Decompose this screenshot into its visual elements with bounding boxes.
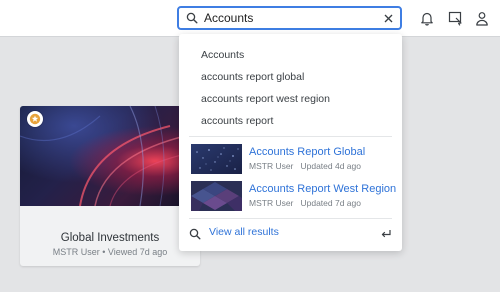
bell-icon[interactable] — [419, 10, 435, 26]
suggestion-item[interactable]: accounts report — [201, 115, 273, 127]
divider — [189, 218, 392, 219]
search-input[interactable] — [201, 11, 374, 25]
certified-star-icon — [27, 111, 43, 127]
user-icon[interactable] — [474, 10, 490, 26]
card-thumbnail — [20, 106, 200, 206]
search-icon — [189, 227, 201, 240]
card-title: Global Investments — [60, 232, 160, 244]
search-suggestions-dropdown: Accounts accounts report global accounts… — [179, 34, 402, 251]
divider — [189, 136, 392, 137]
result-thumbnail — [191, 144, 242, 174]
top-bar — [0, 0, 500, 37]
result-thumbnail — [191, 181, 242, 211]
enter-icon — [380, 227, 392, 239]
suggestion-item[interactable]: accounts report west region — [201, 93, 330, 105]
result-meta: MSTR User Updated 4d ago — [249, 161, 361, 171]
suggestion-item[interactable]: accounts report global — [201, 71, 304, 83]
result-title[interactable]: Accounts Report Global — [249, 146, 365, 158]
result-title[interactable]: Accounts Report West Region — [249, 183, 396, 195]
clear-icon[interactable] — [381, 11, 395, 25]
search-box[interactable] — [177, 6, 402, 30]
view-all-results[interactable]: View all results — [189, 225, 394, 241]
search-icon — [183, 9, 201, 27]
suggestion-item[interactable]: Accounts — [201, 49, 244, 61]
present-icon[interactable] — [447, 10, 463, 26]
result-meta: MSTR User Updated 7d ago — [249, 198, 361, 208]
search-result-item[interactable]: Accounts Report West Region MSTR User Up… — [191, 181, 396, 211]
dossier-card[interactable]: Global Investments MSTR User • Viewed 7d… — [20, 106, 200, 266]
search-result-item[interactable]: Accounts Report Global MSTR User Updated… — [191, 144, 391, 174]
card-meta: MSTR User • Viewed 7d ago — [52, 247, 168, 257]
view-all-label[interactable]: View all results — [209, 226, 279, 238]
